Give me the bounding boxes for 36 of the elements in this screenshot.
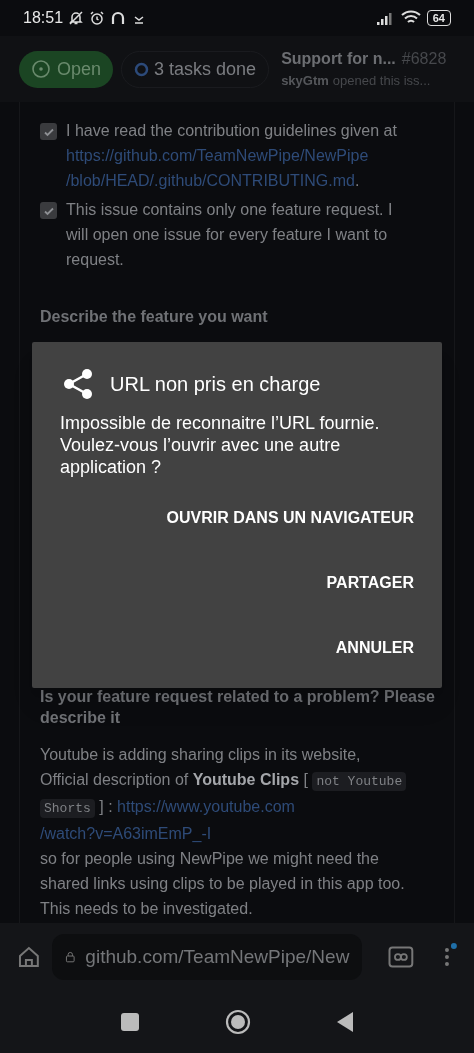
dialog-action-button[interactable]: ANNULER [327,624,422,672]
dialog-title: URL non pris en charge [110,372,321,397]
author-name: skyGtm [281,72,329,91]
checklist-text: I have read the contribution guidelines given at https://github.com/TeamNewPipe/NewPipe /blob/HEAD/.github/CONTRIBUTING.md. [66,121,398,191]
bell-off-icon [68,10,85,26]
link[interactable]: https://github.com/TeamNewPipe/NewPipe [66,147,369,164]
address-bar[interactable]: github.com/TeamNewPipe/New [51,934,363,980]
tabs-icon[interactable] [388,946,415,968]
progress-ring-icon [134,61,150,77]
home-icon[interactable] [16,944,42,970]
issue-title: Support for n... [281,49,396,70]
battery-indicator: 64 [426,10,451,26]
home-button[interactable] [225,1009,251,1035]
recents-button[interactable] [120,1012,140,1032]
circle-dot-icon [31,59,51,79]
inline-code: Shorts [40,799,95,818]
back-button[interactable] [336,1011,354,1033]
section-paragraph: Youtube is adding sharing clips in its website, Official description of Youtube Clips [ not Youtube Shorts ] : https://www.youtube.com /watch?v=A63imEmP_-I so for people using NewPipe we might need the shared links using clips to be played in this app too. This needs to be investigated. [40,745,408,919]
clock: 18:51 [23,8,64,28]
dialog-message: Impossible de reconnaitre l’URL fournie. Voulez-vous l’ouvrir avec une autre application ? [60,412,381,478]
issue-number: #6828 [401,49,447,70]
checklist-text: This issue contains only one feature request. I will open one issue for every feature I want to request. [66,200,394,270]
dialog-action-button[interactable]: OUVRIR DANS UN NAVIGATEUR [158,494,422,542]
open-state-badge: Open [19,50,114,88]
checkbox[interactable] [40,123,57,140]
link[interactable]: https://www.youtube.com [117,798,295,815]
checkbox[interactable] [40,202,57,219]
section-heading: Describe the feature you want [40,307,269,327]
inline-code: not Youtube [312,772,407,791]
url-text: github.com/TeamNewPipe/New [85,944,350,969]
alarm-icon [89,10,106,26]
dialog-action-button[interactable]: PARTAGER [318,559,422,607]
link[interactable]: /watch?v=A63imEmP_-I [40,825,212,842]
section-heading: Is your feature request related to a problem? Please describe it [40,687,436,728]
headphones-icon [110,10,127,26]
link[interactable]: /blob/HEAD/.github/CONTRIBUTING.md [66,172,355,189]
